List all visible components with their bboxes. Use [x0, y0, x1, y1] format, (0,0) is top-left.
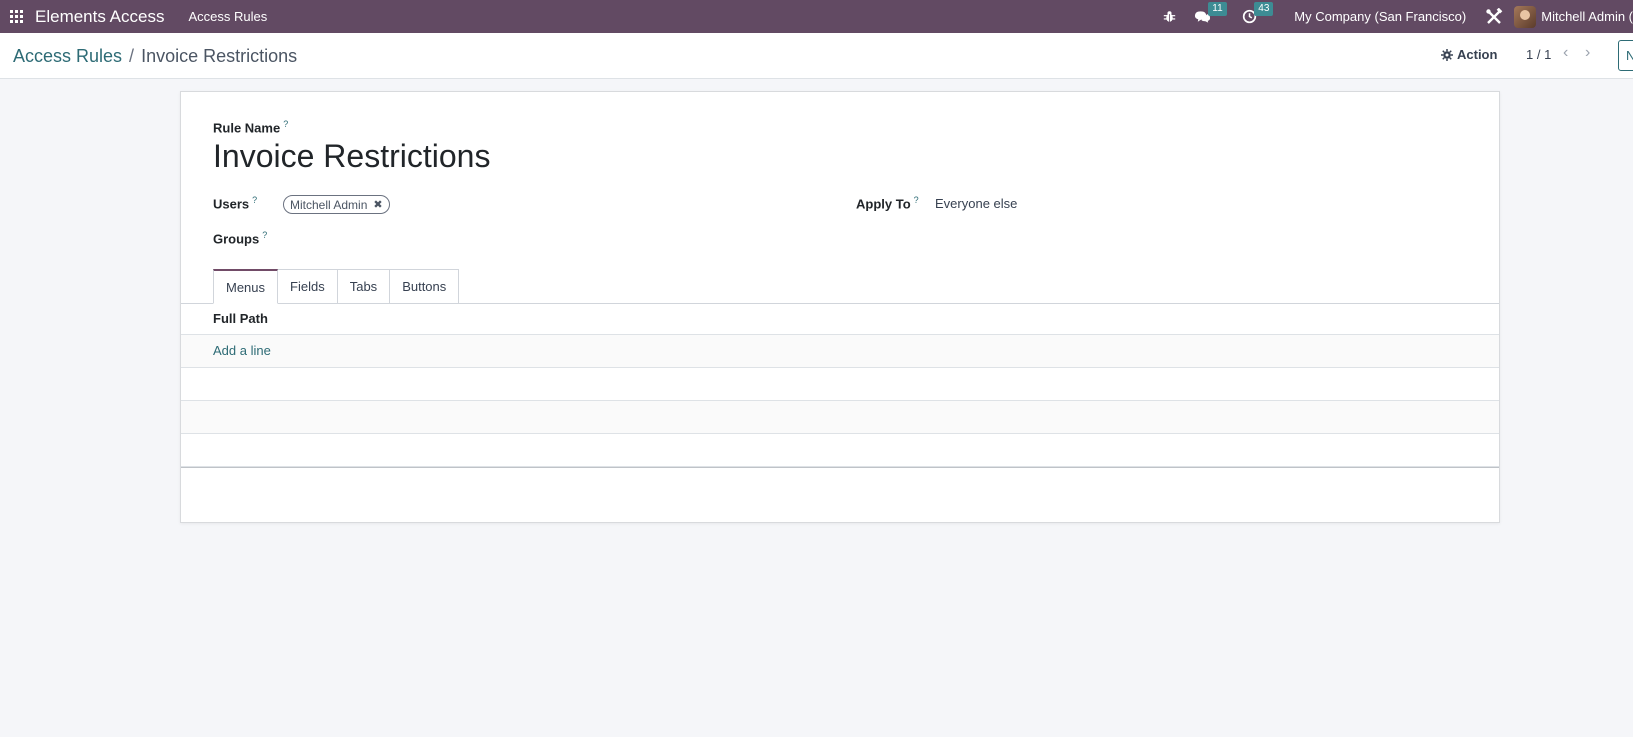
pager-value[interactable]: 1 / 1	[1526, 47, 1551, 62]
tab-menus[interactable]: Menus	[213, 269, 279, 304]
new-button[interactable]: N	[1618, 40, 1633, 71]
table-row: Add a line	[181, 335, 1499, 368]
tools-icon[interactable]	[1484, 0, 1504, 33]
user-menu[interactable]: Mitchell Admin (	[1514, 5, 1633, 28]
action-button[interactable]: Action	[1441, 47, 1497, 62]
tab-fields[interactable]: Fields	[278, 269, 338, 304]
user-tag-label: Mitchell Admin	[290, 197, 368, 212]
gear-icon	[1441, 48, 1453, 61]
tab-buttons[interactable]: Buttons	[390, 269, 460, 304]
new-label: N	[1626, 48, 1633, 63]
apps-menu-icon[interactable]	[0, 0, 32, 33]
messages-icon[interactable]: 11	[1194, 0, 1230, 33]
avatar	[1514, 5, 1537, 28]
rule-name-label: Rule Name?	[213, 119, 289, 136]
company-switcher[interactable]: My Company (San Francisco)	[1294, 9, 1466, 24]
table-bottom-border	[181, 467, 1499, 468]
top-navbar: Elements Access Access Rules 11 43 My Co…	[0, 0, 1633, 33]
action-label: Action	[1457, 47, 1498, 62]
rule-name-field[interactable]: Invoice Restrictions	[213, 138, 490, 175]
app-name[interactable]: Elements Access	[35, 7, 164, 27]
column-header-full-path[interactable]: Full Path	[181, 303, 1499, 335]
menus-table: Full Path Add a line	[181, 303, 1499, 468]
control-panel: Access Rules / Invoice Restrictions Acti…	[0, 33, 1633, 79]
messages-count-badge: 11	[1208, 2, 1227, 16]
user-name: Mitchell Admin (	[1541, 9, 1633, 24]
breadcrumb-current: Invoice Restrictions	[141, 46, 298, 66]
activities-clock-icon[interactable]: 43	[1242, 0, 1278, 33]
apply-to-label: Apply To?	[856, 195, 919, 212]
groups-tooltip[interactable]: ?	[262, 230, 267, 240]
rule-name-tooltip[interactable]: ?	[283, 119, 288, 129]
form-sheet: Rule Name? Invoice Restrictions Users? M…	[180, 91, 1500, 523]
notebook-tabs: Menus Fields Tabs Buttons	[213, 269, 460, 304]
debug-bug-icon[interactable]	[1160, 0, 1178, 33]
remove-tag-icon[interactable]: ✖	[373, 198, 382, 211]
tab-tabs[interactable]: Tabs	[337, 269, 391, 304]
breadcrumb-access-rules[interactable]: Access Rules	[13, 46, 122, 67]
chevron-right-icon[interactable]: ›	[1585, 44, 1590, 62]
table-row	[181, 401, 1499, 434]
breadcrumb: Access Rules / Invoice Restrictions	[13, 46, 297, 67]
breadcrumb-separator: /	[129, 46, 135, 66]
groups-label: Groups?	[213, 230, 268, 247]
users-tooltip[interactable]: ?	[252, 195, 257, 205]
table-row	[181, 434, 1499, 467]
menu-access-rules[interactable]: Access Rules	[188, 9, 267, 24]
apply-to-field[interactable]: Everyone else	[935, 196, 1017, 211]
activities-count-badge: 43	[1254, 2, 1274, 16]
chevron-left-icon[interactable]: ‹	[1563, 44, 1568, 62]
user-tag[interactable]: Mitchell Admin ✖	[283, 195, 390, 214]
table-row	[181, 368, 1499, 401]
users-label: Users?	[213, 195, 258, 212]
add-line-link[interactable]: Add a line	[181, 335, 1499, 358]
apply-to-tooltip[interactable]: ?	[914, 195, 919, 205]
